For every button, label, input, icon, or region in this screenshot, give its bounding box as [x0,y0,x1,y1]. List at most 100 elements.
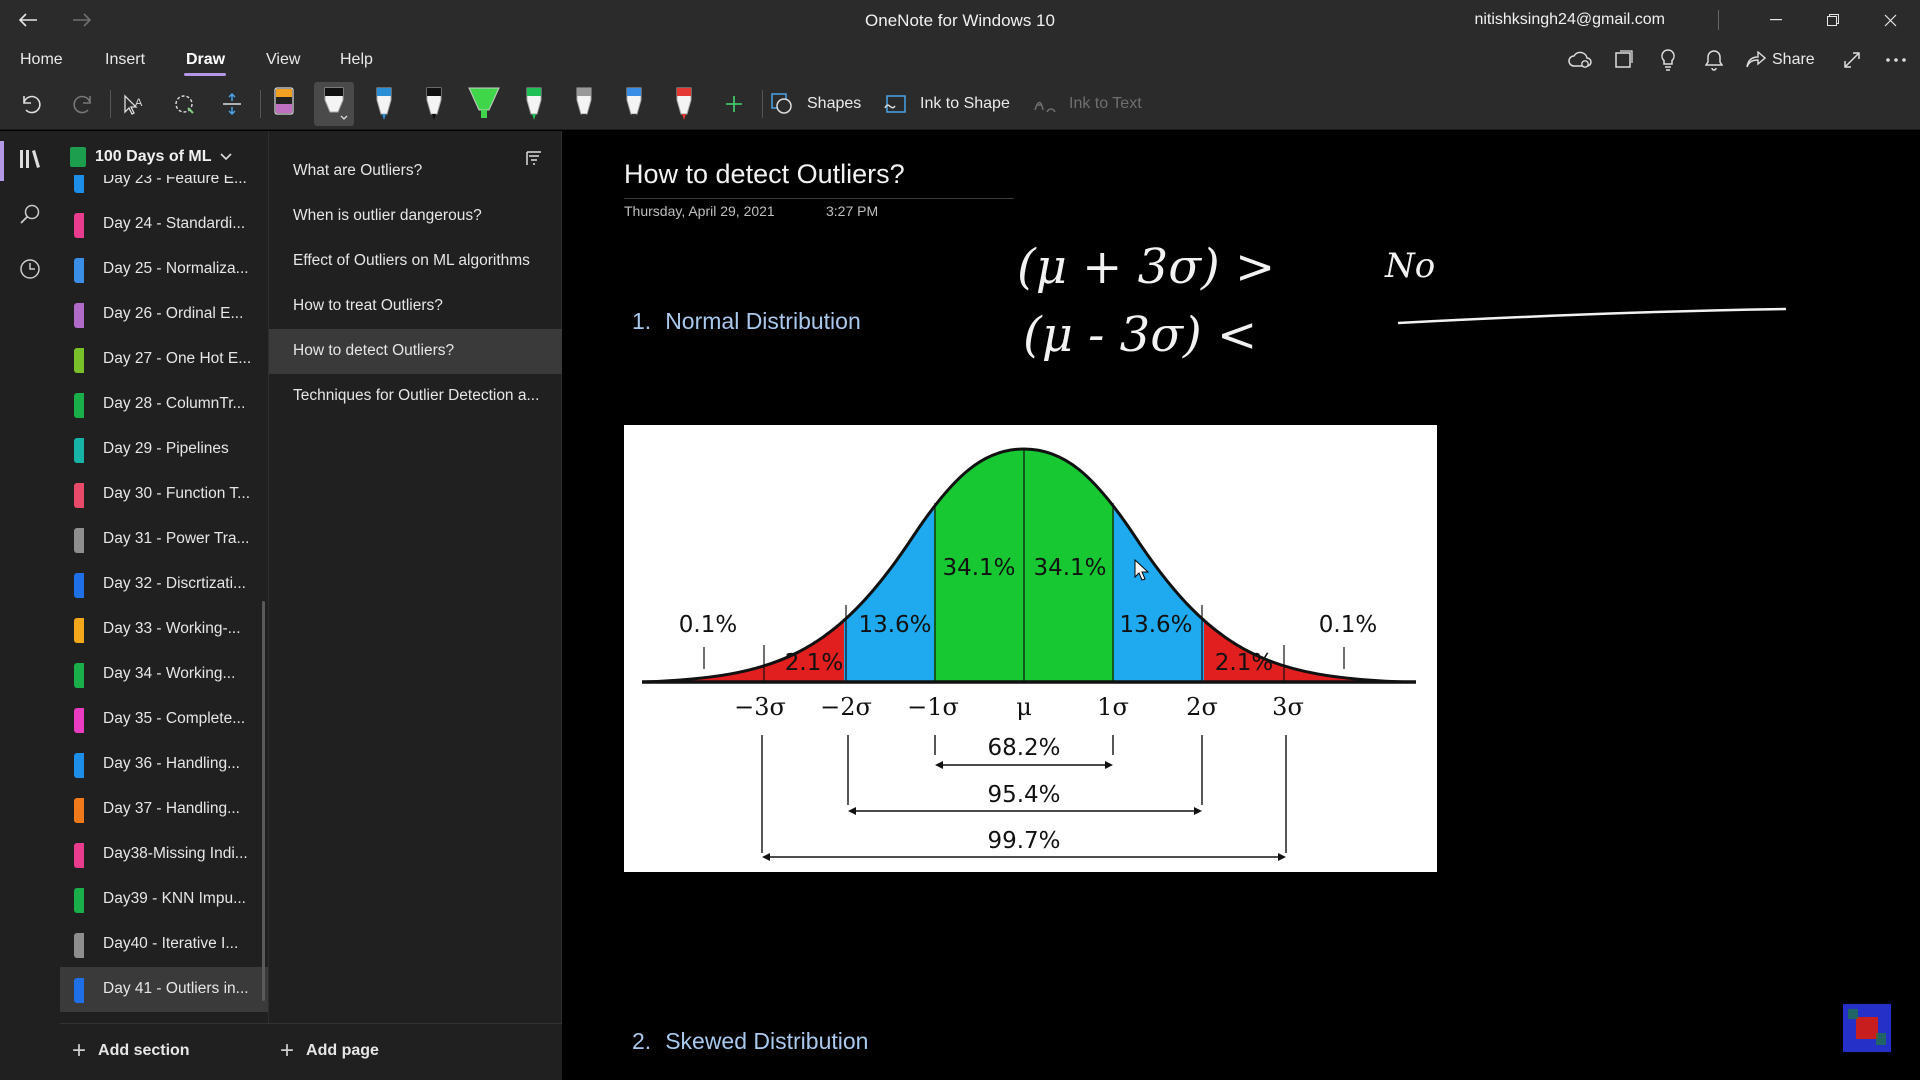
tab-draw[interactable]: Draw [186,51,225,69]
section-item[interactable]: Day 24 - Standardi... [60,202,268,247]
back-arrow-icon[interactable] [8,6,48,34]
restore-icon[interactable] [1810,4,1856,36]
heading-skewed-distribution[interactable]: 2. Skewed Distribution [632,1028,868,1055]
forward-arrow-icon[interactable] [62,6,102,34]
section-item[interactable]: Day 41 - Outliers in... [60,967,268,1012]
section-item[interactable]: Day 25 - Normaliza... [60,247,268,292]
pen-white-icon[interactable] [314,82,354,126]
pen-blue-icon[interactable] [364,82,404,126]
section-color-tab [74,618,84,643]
section-item[interactable]: Day 27 - One Hot E... [60,337,268,382]
add-page-button[interactable]: + Add page [280,1037,379,1064]
section-item[interactable]: Day 36 - Handling... [60,742,268,787]
bell-icon[interactable] [1698,44,1730,76]
section-item[interactable]: Day40 - Iterative I... [60,922,268,967]
section-item[interactable]: Day 31 - Power Tra... [60,517,268,562]
pen-pink-icon[interactable] [264,82,304,126]
section-item[interactable]: Day 30 - Function T... [60,472,268,517]
fullscreen-icon[interactable] [1836,44,1868,76]
type-select-icon[interactable]: A [114,82,154,126]
section-item[interactable]: Day 26 - Ordinal E... [60,292,268,337]
pen-lightblue-icon[interactable] [614,82,654,126]
plus-icon: + [280,1037,295,1064]
shapes-button[interactable]: Shapes [807,95,861,113]
section-color-tab [74,663,84,688]
section-label: Day 34 - Working... [103,665,236,682]
lasso-select-icon[interactable] [164,82,204,126]
section-color-tab [74,175,84,193]
pen-gray-icon[interactable] [564,82,604,126]
ink-note: No [1384,246,1435,286]
tab-insert[interactable]: Insert [105,51,145,69]
notebook-selector[interactable]: 100 Days of ML [70,147,233,167]
section-label: Day 28 - ColumnTr... [103,395,246,412]
section-item[interactable]: Day 35 - Complete... [60,697,268,742]
span-68: 68.2% [987,735,1060,761]
tick-neg2sigma: −2σ [820,693,872,721]
note-canvas[interactable]: How to detect Outliers? Thursday, April … [562,131,1920,1080]
ink-to-text-button[interactable]: Ink to Text [1069,95,1142,113]
tick-neg1sigma: −1σ [907,693,959,721]
minimize-icon[interactable] [1753,4,1799,36]
share-button[interactable]: Share [1746,44,1818,76]
tick-mu: μ [1016,693,1032,721]
ink-to-shape-icon [882,82,910,126]
highlighter-green-icon[interactable] [464,82,504,126]
tab-view[interactable]: View [266,51,300,69]
page-title[interactable]: How to detect Outliers? [624,159,905,190]
page-item[interactable]: Techniques for Outlier Detection a... [269,374,563,419]
page-item[interactable]: Effect of Outliers on ML algorithms [269,239,563,284]
page-item[interactable]: How to treat Outliers? [269,284,563,329]
heading-normal-distribution[interactable]: 1. Normal Distribution [632,308,861,335]
section-item[interactable]: Day 37 - Handling... [60,787,268,832]
section-color-tab [74,348,84,373]
account-email[interactable]: nitishksingh24@gmail.com [1474,11,1665,29]
search-icon[interactable] [10,194,50,234]
section-color-tab [74,303,84,328]
section-item[interactable]: Day38-Missing Indi... [60,832,268,877]
normal-distribution-figure[interactable]: 0.1% 2.1% 13.6% 34.1% 34.1% 13.6% 2.1% 0… [624,425,1437,872]
pen-black-icon[interactable] [414,82,454,126]
section-item[interactable]: Day 23 - Feature E... [60,175,268,202]
section-label: Day 35 - Complete... [103,710,246,727]
add-section-button[interactable]: + Add section [72,1039,190,1063]
tab-home[interactable]: Home [20,51,63,69]
redo-icon[interactable] [62,82,102,126]
ink-to-shape-button[interactable]: Ink to Shape [920,95,1010,113]
sections-footer: + Add section [60,1023,268,1080]
tab-help[interactable]: Help [340,51,373,69]
page-view-icon[interactable] [1608,44,1640,76]
page-item[interactable]: When is outlier dangerous? [269,194,563,239]
page-item[interactable]: How to detect Outliers? [269,329,563,374]
section-item[interactable]: Day 28 - ColumnTr... [60,382,268,427]
lightbulb-icon[interactable] [1652,44,1684,76]
notebooks-icon[interactable] [10,139,50,179]
section-item[interactable]: Day 34 - Working... [60,652,268,697]
add-section-label: Add section [98,1042,190,1059]
label-tail-right: 0.1% [1319,612,1377,638]
page-label: How to treat Outliers? [293,297,443,314]
page-item[interactable]: What are Outliers? [269,149,563,194]
span-95: 95.4% [987,782,1060,808]
pen-green-icon[interactable] [514,82,554,126]
toolbar-separator [110,90,111,118]
label-1sd-right: 13.6% [1119,612,1192,638]
section-item[interactable]: Day 33 - Working-... [60,607,268,652]
section-item[interactable]: Day39 - KNN Impu... [60,877,268,922]
page-label: What are Outliers? [293,162,423,179]
section-label: Day 31 - Power Tra... [103,530,250,547]
section-item[interactable]: Day 29 - Pipelines [60,427,268,472]
sync-status-icon[interactable] [1564,44,1596,76]
pen-red-icon[interactable] [664,82,704,126]
add-space-icon[interactable] [212,82,252,126]
more-options-icon[interactable] [1880,44,1912,76]
section-item[interactable]: Day 32 - Discrtizati... [60,562,268,607]
add-pen-icon[interactable] [714,82,754,126]
section-scrollbar[interactable] [262,601,265,1001]
recent-notes-icon[interactable] [10,249,50,289]
undo-icon[interactable] [12,82,52,126]
close-icon[interactable] [1867,4,1913,36]
app-thumbnail-icon[interactable] [1842,1003,1892,1053]
region-1sd-2sd-right [1114,449,1204,682]
heading-text: Normal Distribution [665,308,861,334]
